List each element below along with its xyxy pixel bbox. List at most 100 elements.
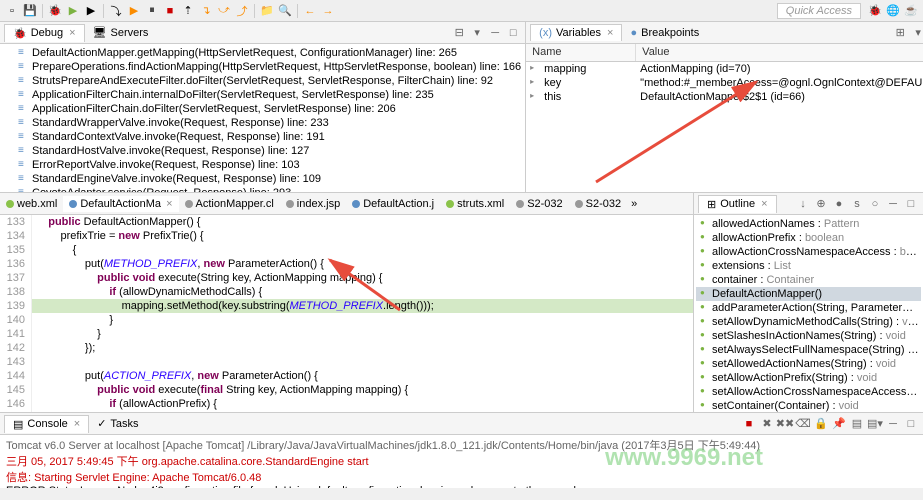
run-icon[interactable]: ▶	[65, 3, 81, 19]
variable-row[interactable]: key"method:#_memberAccess=@ognl.OgnlCont…	[526, 76, 923, 90]
outline-item[interactable]: DefaultActionMapper()	[696, 287, 921, 301]
close-icon[interactable]: ×	[166, 198, 172, 210]
outline-item[interactable]: allowActionCrossNamespaceAccess : boolea…	[696, 245, 921, 259]
console-body[interactable]: Tomcat v6.0 Server at localhost [Apache …	[0, 435, 923, 488]
outline-item[interactable]: setAlwaysSelectFullNamespace(String) : v…	[696, 343, 921, 357]
resume-icon[interactable]: ▶	[126, 3, 142, 19]
more-tabs-icon[interactable]: »	[631, 198, 637, 210]
editor-tab[interactable]: DefaultAction.j	[346, 196, 440, 212]
sort-icon[interactable]: ↓	[795, 196, 811, 212]
pause-icon[interactable]: ⏸	[144, 3, 160, 19]
outline-item[interactable]: extensions : List	[696, 259, 921, 273]
outline-item[interactable]: setContainer(Container) : void	[696, 399, 921, 412]
column-value[interactable]: Value	[636, 44, 923, 61]
code-line[interactable]: String name = key.substring(ACTION_PREFI…	[32, 411, 693, 412]
code-line[interactable]: public void execute(final String key, Ac…	[32, 383, 693, 397]
code-line[interactable]: mapping.setMethod(key.substring(METHOD_P…	[32, 299, 693, 313]
add-server-icon[interactable]: 📁	[259, 3, 275, 19]
minimize-icon[interactable]: ─	[885, 196, 901, 212]
clear-console-icon[interactable]: ⌫	[795, 416, 811, 432]
collapse-icon[interactable]: ⊟	[451, 25, 467, 41]
filter-icon[interactable]: ⊕	[813, 196, 829, 212]
scroll-lock-icon[interactable]: 🔒	[813, 416, 829, 432]
display-console-icon[interactable]: ▤	[849, 416, 865, 432]
close-icon[interactable]: ×	[69, 27, 75, 39]
stack-frame[interactable]: PrepareOperations.findActionMapping(Http…	[4, 60, 521, 74]
tab-variables[interactable]: (x) Variables ×	[530, 24, 622, 41]
code-line[interactable]: });	[32, 341, 693, 355]
minimize-icon[interactable]: ─	[487, 25, 503, 41]
editor-tab[interactable]: S2-032	[569, 196, 627, 212]
code-line[interactable]: }	[32, 327, 693, 341]
editor-tab[interactable]: index.jsp	[280, 196, 346, 212]
perspective-jee-icon[interactable]: 🌐	[885, 3, 901, 19]
code-line[interactable]: }	[32, 313, 693, 327]
back-icon[interactable]: ←	[302, 3, 318, 19]
search-icon[interactable]: 🔍	[277, 3, 293, 19]
outline-item[interactable]: setAllowDynamicMethodCalls(String) : voi…	[696, 315, 921, 329]
view-menu-icon[interactable]: ▾	[910, 25, 923, 41]
outline-item[interactable]: allowedActionNames : Pattern	[696, 217, 921, 231]
variable-row[interactable]: mappingActionMapping (id=70)	[526, 62, 923, 76]
stack-frame[interactable]: StandardHostValve.invoke(Request, Respon…	[4, 144, 521, 158]
tab-servers[interactable]: 🖥 Servers	[85, 24, 157, 41]
step-into-icon[interactable]: ↴	[198, 3, 214, 19]
disconnect-icon[interactable]: ⇡	[180, 3, 196, 19]
run-last-icon[interactable]: ▶	[83, 3, 99, 19]
editor-tab[interactable]: web.xml	[0, 196, 63, 212]
hide-fields-icon[interactable]: ●	[831, 196, 847, 212]
tab-tasks[interactable]: ✓ Tasks	[89, 415, 146, 432]
outline-item[interactable]: setAllowActionCrossNamespaceAccess(Strin…	[696, 385, 921, 399]
maximize-icon[interactable]: □	[903, 196, 919, 212]
maximize-icon[interactable]: □	[903, 416, 919, 432]
perspective-debug-icon[interactable]: 🐞	[867, 3, 883, 19]
tree-icon[interactable]: ⊞	[892, 25, 908, 41]
view-menu-icon[interactable]: ▾	[469, 25, 485, 41]
stack-frame[interactable]: CoyoteAdapter.service(Request, Response)…	[4, 186, 521, 192]
tab-outline[interactable]: ⊞ Outline ×	[698, 195, 777, 213]
code-line[interactable]: {	[32, 243, 693, 257]
column-name[interactable]: Name	[526, 44, 636, 61]
editor-tab[interactable]: ActionMapper.cl	[179, 196, 280, 212]
tab-debug[interactable]: 🐞 Debug ×	[4, 24, 85, 42]
close-icon[interactable]: ×	[607, 27, 613, 39]
code-line[interactable]: public void execute(String key, ActionMa…	[32, 271, 693, 285]
code-line[interactable]: put(ACTION_PREFIX, new ParameterAction()…	[32, 369, 693, 383]
terminate-icon[interactable]: ■	[741, 416, 757, 432]
outline-item[interactable]: setAllowActionPrefix(String) : void	[696, 371, 921, 385]
code-line[interactable]: public DefaultActionMapper() {	[32, 215, 693, 229]
outline-item[interactable]: container : Container	[696, 273, 921, 287]
close-icon[interactable]: ×	[74, 418, 80, 430]
forward-icon[interactable]: →	[320, 3, 336, 19]
debug-icon[interactable]: 🐞	[47, 3, 63, 19]
code-line[interactable]: if (allowActionPrefix) {	[32, 397, 693, 411]
code-line[interactable]: put(METHOD_PREFIX, new ParameterAction()…	[32, 257, 693, 271]
step-over-icon[interactable]: ⤻	[216, 3, 232, 19]
code-area[interactable]: 1331341351361371381391401411421431441451…	[0, 215, 693, 412]
quick-access-input[interactable]: Quick Access	[777, 3, 861, 19]
minimize-icon[interactable]: ─	[885, 416, 901, 432]
stack-frame[interactable]: DefaultActionMapper.getMapping(HttpServl…	[4, 46, 521, 60]
save-icon[interactable]: 💾	[22, 3, 38, 19]
stack-frame[interactable]: ErrorReportValve.invoke(Request, Respons…	[4, 158, 521, 172]
remove-launch-icon[interactable]: ✖	[759, 416, 775, 432]
code-line[interactable]	[32, 355, 693, 369]
outline-item[interactable]: allowActionPrefix : boolean	[696, 231, 921, 245]
step-return-icon[interactable]: ⤴	[234, 3, 250, 19]
pin-console-icon[interactable]: 📌	[831, 416, 847, 432]
hide-static-icon[interactable]: s	[849, 196, 865, 212]
hide-nonpublic-icon[interactable]: ○	[867, 196, 883, 212]
stack-frame[interactable]: ApplicationFilterChain.doFilter(ServletR…	[4, 102, 521, 116]
maximize-icon[interactable]: □	[505, 25, 521, 41]
stack-frame[interactable]: StandardContextValve.invoke(Request, Res…	[4, 130, 521, 144]
open-console-icon[interactable]: ▤▾	[867, 416, 883, 432]
editor-tab[interactable]: S2-032	[510, 196, 568, 212]
code-line[interactable]: prefixTrie = new PrefixTrie() {	[32, 229, 693, 243]
editor-tab[interactable]: struts.xml	[440, 196, 510, 212]
editor-tab[interactable]: DefaultActionMa×	[63, 196, 178, 212]
tab-console[interactable]: ▤ Console ×	[4, 415, 89, 433]
outline-item[interactable]: setAllowedActionNames(String) : void	[696, 357, 921, 371]
remove-all-icon[interactable]: ✖✖	[777, 416, 793, 432]
outline-item[interactable]: addParameterAction(String, ParameterActi…	[696, 301, 921, 315]
variable-row[interactable]: thisDefaultActionMapper$2$1 (id=66)	[526, 90, 923, 104]
